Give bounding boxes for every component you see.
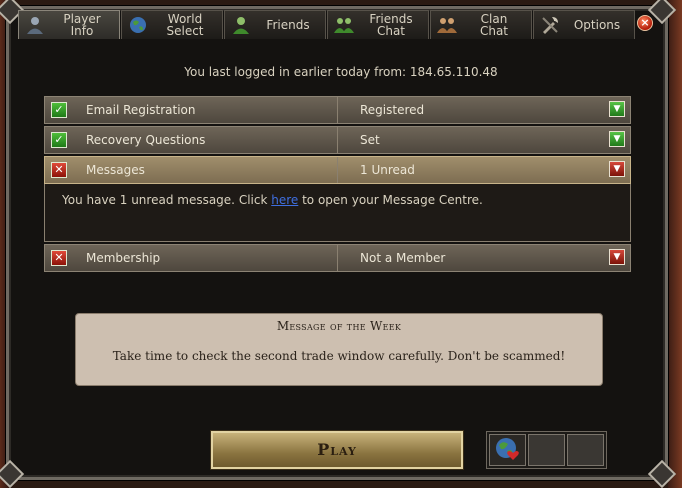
message-of-the-week-panel: Message of the Week Take time to check t… <box>75 313 603 386</box>
check-icon: ✓ <box>51 102 67 118</box>
row-divider <box>337 97 338 123</box>
player-icon <box>27 17 43 34</box>
tab-label: Friends <box>266 18 310 32</box>
cross-icon: ✕ <box>51 162 67 178</box>
dropdown-button[interactable]: ▼ <box>609 161 625 177</box>
row-label: Email Registration <box>86 103 196 117</box>
row-label: Recovery Questions <box>86 133 206 147</box>
check-icon: ✓ <box>51 132 67 148</box>
row-divider <box>337 245 338 271</box>
triangle-down-icon: ▼ <box>613 104 621 114</box>
world-favourite-slot[interactable] <box>489 434 526 466</box>
message-centre-link[interactable]: here <box>271 193 298 207</box>
row-label: Messages <box>86 163 145 177</box>
tab-bar: Player Info World Select Friends Friends… <box>18 10 636 39</box>
tab-label: Friends Chat <box>369 12 413 38</box>
row-messages[interactable]: ✕ Messages 1 Unread ▼ <box>44 156 631 184</box>
last-login-text: You last logged in earlier today from: 1… <box>184 65 498 79</box>
empty-slot[interactable] <box>528 434 565 466</box>
tools-icon <box>542 17 558 34</box>
messages-detail-panel: You have 1 unread message. Click here to… <box>44 184 631 242</box>
tab-friends-chat[interactable]: Friends Chat <box>327 10 429 39</box>
clan-icon <box>437 18 457 33</box>
triangle-down-icon: ▼ <box>613 252 621 262</box>
row-value: Registered <box>360 103 425 117</box>
friend-icon <box>233 17 249 34</box>
tab-label: Clan Chat <box>479 12 509 38</box>
tab-options[interactable]: Options <box>533 10 635 39</box>
triangle-down-icon: ▼ <box>613 134 621 144</box>
row-recovery-questions[interactable]: ✓ Recovery Questions Set ▼ <box>44 126 631 154</box>
close-icon: × <box>640 16 650 29</box>
motw-title: Message of the Week <box>276 319 402 333</box>
globe-icon <box>130 17 146 33</box>
play-button[interactable]: Play <box>211 431 463 469</box>
cross-icon: ✕ <box>51 250 67 266</box>
messages-text-suffix: to open your Message Centre. <box>298 193 483 207</box>
close-button[interactable]: × <box>637 15 653 31</box>
friends-chat-icon <box>334 18 354 33</box>
empty-slot[interactable] <box>567 434 604 466</box>
row-value: Not a Member <box>360 251 446 265</box>
messages-text-prefix: You have 1 unread message. Click <box>62 193 272 207</box>
motw-body: Take time to check the second trade wind… <box>112 349 566 363</box>
dropdown-button[interactable]: ▼ <box>609 249 625 265</box>
row-label: Membership <box>86 251 161 265</box>
tab-player-info[interactable]: Player Info <box>18 10 120 39</box>
globe-heart-icon <box>495 438 519 460</box>
row-membership[interactable]: ✕ Membership Not a Member ▼ <box>44 244 631 272</box>
row-divider <box>337 157 338 183</box>
tab-label: World Select <box>166 12 204 38</box>
tab-label: Options <box>573 18 621 32</box>
row-email-registration[interactable]: ✓ Email Registration Registered ▼ <box>44 96 631 124</box>
tab-label: Player Info <box>63 12 101 38</box>
row-value: 1 Unread <box>360 163 415 177</box>
quick-slots <box>486 431 607 469</box>
tab-clan-chat[interactable]: Clan Chat <box>430 10 532 39</box>
tab-world-select[interactable]: World Select <box>121 10 223 39</box>
row-divider <box>337 127 338 153</box>
triangle-down-icon: ▼ <box>613 164 621 174</box>
tab-friends[interactable]: Friends <box>224 10 326 39</box>
dropdown-button[interactable]: ▼ <box>609 131 625 147</box>
row-value: Set <box>360 133 380 147</box>
dropdown-button[interactable]: ▼ <box>609 101 625 117</box>
